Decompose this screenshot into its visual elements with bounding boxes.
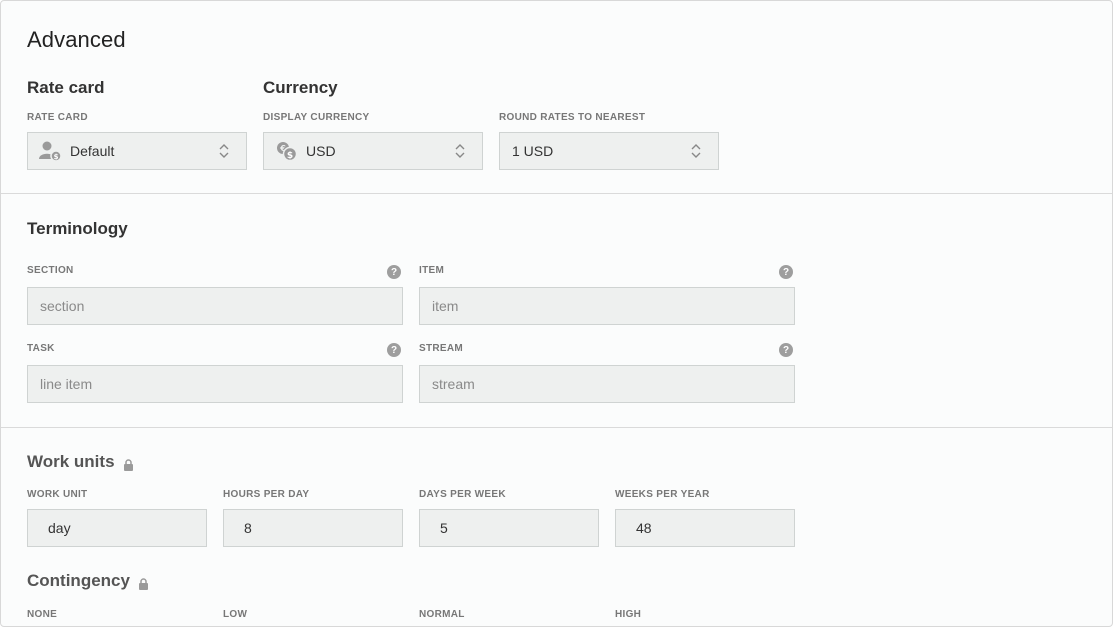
work-unit-label: WORK UNIT	[27, 489, 88, 500]
display-currency-value: USD	[306, 143, 336, 159]
currency-heading: Currency	[263, 78, 338, 97]
contingency-low-label: LOW	[223, 609, 248, 620]
hours-per-day-input[interactable]: 8	[223, 509, 403, 547]
user-dollar-icon: $	[38, 140, 64, 162]
days-per-week-input[interactable]: 5	[419, 509, 599, 547]
help-icon[interactable]: ?	[779, 265, 793, 279]
contingency-normal-label: NORMAL	[419, 609, 465, 620]
days-per-week-label: DAYS PER WEEK	[419, 489, 506, 500]
work-unit-input[interactable]: day	[27, 509, 207, 547]
hours-per-day-label: HOURS PER DAY	[223, 489, 310, 500]
weeks-per-year-label: WEEKS PER YEAR	[615, 489, 710, 500]
section-label: SECTION	[27, 265, 74, 276]
rate-card-value: Default	[70, 143, 115, 159]
display-currency-label: DISPLAY CURRENCY	[263, 112, 370, 123]
display-currency-select[interactable]: € $ USD	[263, 132, 483, 170]
lock-icon	[123, 456, 134, 471]
advanced-settings-panel: Advanced Rate card RATE CARD $ Default C…	[0, 0, 1113, 627]
coins-icon: € $	[274, 140, 300, 162]
lock-icon	[138, 575, 149, 590]
work-units-heading: Work units	[27, 452, 134, 472]
contingency-title: Contingency	[27, 571, 130, 590]
contingency-high-label: HIGH	[615, 609, 642, 620]
weeks-per-year-input[interactable]: 48	[615, 509, 795, 547]
rate-card-label: RATE CARD	[27, 112, 88, 123]
item-input[interactable]: item	[419, 287, 795, 325]
help-icon[interactable]: ?	[387, 343, 401, 357]
svg-text:$: $	[287, 151, 293, 161]
task-input[interactable]: line item	[27, 365, 403, 403]
rate-card-heading: Rate card	[27, 78, 105, 97]
contingency-heading: Contingency	[27, 571, 149, 591]
round-rates-label: ROUND RATES TO NEAREST	[499, 112, 646, 123]
contingency-none-label: NONE	[27, 609, 58, 620]
rate-card-select[interactable]: $ Default	[27, 132, 247, 170]
terminology-heading: Terminology	[27, 219, 128, 238]
chevron-up-down-icon	[218, 142, 230, 160]
help-icon[interactable]: ?	[779, 343, 793, 357]
chevron-up-down-icon	[454, 142, 466, 160]
task-label: TASK	[27, 343, 55, 354]
item-label: ITEM	[419, 265, 445, 276]
section-input[interactable]: section	[27, 287, 403, 325]
round-rates-select[interactable]: 1 USD	[499, 132, 719, 170]
section-divider	[1, 193, 1112, 194]
svg-text:$: $	[54, 153, 59, 161]
stream-label: STREAM	[419, 343, 464, 354]
help-icon[interactable]: ?	[387, 265, 401, 279]
round-rates-value: 1 USD	[512, 143, 554, 159]
section-divider	[1, 427, 1112, 428]
work-units-title: Work units	[27, 452, 115, 471]
page-title: Advanced	[27, 27, 126, 52]
chevron-up-down-icon	[690, 142, 702, 160]
stream-input[interactable]: stream	[419, 365, 795, 403]
